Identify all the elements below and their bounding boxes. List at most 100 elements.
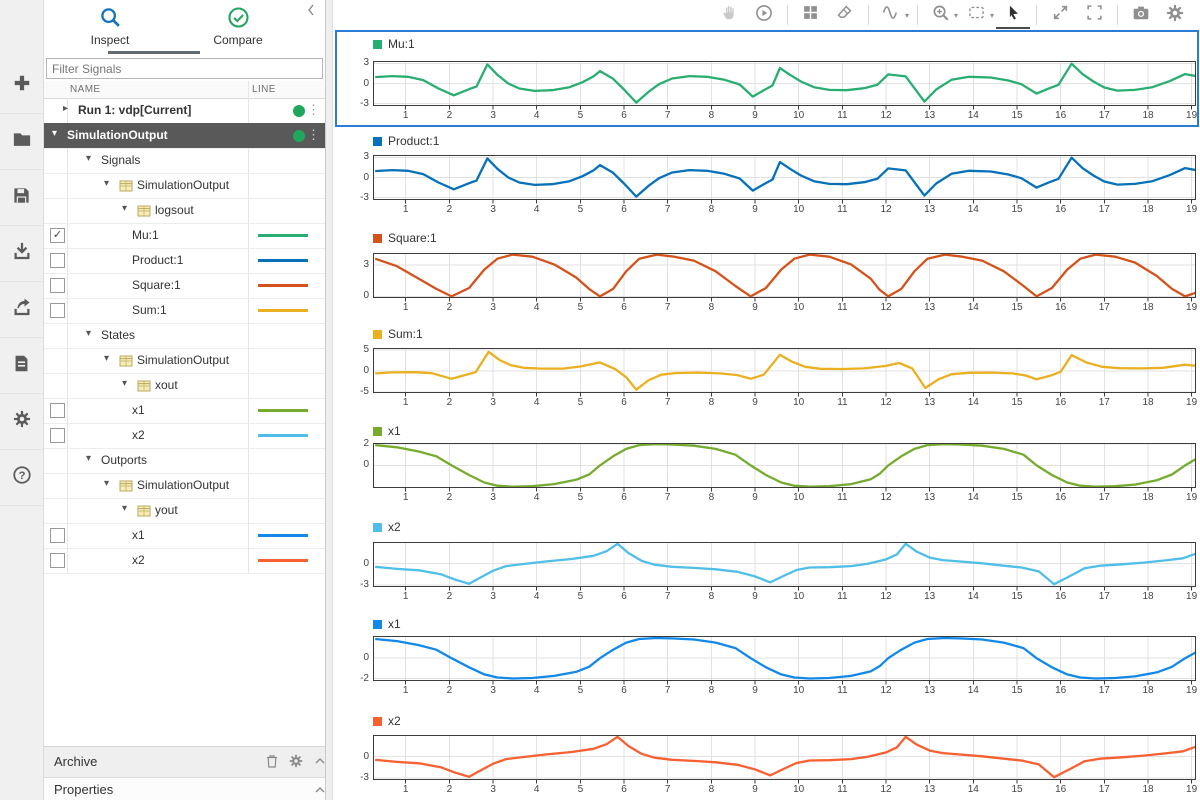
properties-collapse-icon[interactable] (314, 783, 326, 800)
tab-compare[interactable]: Compare (178, 4, 298, 52)
tree-row-x2[interactable]: x2 (44, 423, 325, 449)
signal-checkbox[interactable] (50, 278, 65, 293)
filter-signals-input[interactable] (46, 58, 323, 79)
chevron-down-icon[interactable]: ▾ (104, 178, 109, 189)
replay-button[interactable] (747, 2, 781, 28)
archive-collapse-icon[interactable] (314, 754, 326, 772)
tree-row-product-1[interactable]: Product:1 (44, 248, 325, 274)
tree-row-sum-1[interactable]: Sum:1 (44, 298, 325, 324)
signal-line-swatch[interactable] (258, 434, 308, 437)
signal-checkbox[interactable]: ✓ (50, 228, 65, 243)
tree-row-square-1[interactable]: Square:1 (44, 273, 325, 299)
signal-line-swatch[interactable] (258, 309, 308, 312)
plot-strip-mu-1[interactable]: Mu:1 30-312345678910111213141516171819 (335, 30, 1199, 127)
signal-checkbox[interactable] (50, 528, 65, 543)
plot-strip-square-1[interactable]: Square:1 3012345678910111213141516171819 (335, 224, 1199, 320)
zoom-dropdown-caret[interactable]: ▾ (954, 11, 958, 20)
snapshot-button[interactable] (1124, 2, 1158, 28)
chevron-down-icon[interactable]: ▾ (104, 478, 109, 489)
plot-strip-sum-1[interactable]: Sum:1 50-512345678910111213141516171819 (335, 320, 1199, 417)
zoom-button[interactable] (924, 2, 958, 28)
chevron-down-icon[interactable]: ▾ (122, 378, 127, 389)
signal-checkbox[interactable] (50, 253, 65, 268)
add-button[interactable] (0, 58, 43, 114)
signal-line-swatch[interactable] (258, 534, 308, 537)
plot-strip-product-1[interactable]: Product:1 30-312345678910111213141516171… (335, 127, 1199, 224)
signal-line-swatch[interactable] (258, 284, 308, 287)
save-button[interactable] (0, 170, 43, 226)
signal-plot[interactable] (373, 61, 1196, 110)
chevron-down-icon[interactable]: ▾ (86, 328, 91, 339)
plot-strip-x2[interactable]: x2 0-312345678910111213141516171819 (335, 707, 1199, 800)
signal-checkbox[interactable] (50, 403, 65, 418)
tree-row-run-1-vdp-current-[interactable]: ▸Run 1: vdp[Current]⋮ (44, 98, 325, 124)
expand-button[interactable] (1043, 2, 1077, 28)
settings-button[interactable] (1158, 2, 1192, 28)
tree-row-x2[interactable]: x2 (44, 548, 325, 574)
chevron-down-icon[interactable]: ▾ (122, 203, 127, 214)
tree-row-yout[interactable]: ▾yout (44, 498, 325, 524)
chevron-down-icon[interactable]: ▾ (86, 153, 91, 164)
chevron-down-icon[interactable]: ▾ (52, 128, 57, 139)
plot-strip-x1[interactable]: x1 2012345678910111213141516171819 (335, 417, 1199, 513)
report-button[interactable] (0, 338, 43, 394)
tree-row-signals[interactable]: ▾Signals (44, 148, 325, 174)
signal-checkbox[interactable] (50, 428, 65, 443)
signal-plot[interactable] (373, 542, 1196, 591)
signal-options-dropdown-caret[interactable]: ▾ (905, 11, 909, 20)
cursor-button[interactable] (996, 3, 1030, 29)
signal-plot[interactable] (373, 636, 1196, 685)
signal-checkbox[interactable] (50, 553, 65, 568)
pan-button[interactable] (713, 2, 747, 28)
export-button[interactable] (0, 282, 43, 338)
properties-label: Properties (54, 782, 113, 797)
signal-plot[interactable] (373, 253, 1196, 302)
plot-strip-x2[interactable]: x2 0-312345678910111213141516171819 (335, 513, 1199, 610)
signal-line-swatch[interactable] (258, 559, 308, 562)
archive-gear-icon[interactable] (289, 754, 303, 773)
tree-row-xout[interactable]: ▾xout (44, 373, 325, 399)
simulation-data-inspector: ? Inspect Compare NAME LINE ▸Run 1: vdp[… (0, 0, 1200, 800)
tree-row-logsout[interactable]: ▾logsout (44, 198, 325, 224)
plot-strip-x1[interactable]: x1 0-212345678910111213141516171819 (335, 610, 1199, 707)
preferences-button[interactable] (0, 394, 43, 450)
tree-row-states[interactable]: ▾States (44, 323, 325, 349)
signal-plot[interactable] (373, 443, 1196, 492)
fullscreen-button[interactable] (1077, 2, 1111, 28)
help-button[interactable]: ? (0, 450, 43, 506)
tree-row-outports[interactable]: ▾Outports (44, 448, 325, 474)
tree-row-mu-1[interactable]: ✓Mu:1 (44, 223, 325, 249)
chevron-down-icon[interactable]: ▾ (104, 353, 109, 364)
row-menu-icon[interactable]: ⋮ (307, 127, 320, 143)
fit-to-view-dropdown-caret[interactable]: ▾ (990, 11, 994, 20)
layout-button[interactable] (794, 2, 828, 28)
tree-row-simulationoutput[interactable]: ▾SimulationOutput (44, 473, 325, 499)
signal-plot[interactable] (373, 735, 1196, 784)
properties-bar[interactable]: Properties (44, 777, 325, 800)
fit-to-view-button[interactable] (960, 2, 994, 28)
import-button[interactable] (0, 226, 43, 282)
panel-collapse-button[interactable] (305, 3, 317, 22)
tree-row-simulationoutput[interactable]: ▾SimulationOutput (44, 348, 325, 374)
chevron-right-icon[interactable]: ▸ (63, 103, 68, 114)
signal-checkbox[interactable] (50, 303, 65, 318)
chevron-down-icon[interactable]: ▾ (86, 453, 91, 464)
signal-line-swatch[interactable] (258, 259, 308, 262)
tree-row-x1[interactable]: x1 (44, 523, 325, 549)
signal-line-swatch[interactable] (258, 234, 308, 237)
row-menu-icon[interactable]: ⋮ (307, 102, 320, 118)
signal-line-swatch[interactable] (258, 409, 308, 412)
trash-icon[interactable] (265, 754, 279, 774)
signal-plot[interactable] (373, 348, 1196, 397)
signal-plot[interactable] (373, 155, 1196, 204)
tab-inspect[interactable]: Inspect (50, 4, 170, 52)
open-button[interactable] (0, 114, 43, 170)
signal-options-button[interactable] (875, 2, 909, 28)
clear-button[interactable] (828, 2, 862, 28)
y-tick-label: -3 (343, 98, 369, 109)
tree-row-x1[interactable]: x1 (44, 398, 325, 424)
tree-row-simulationoutput[interactable]: ▾SimulationOutput (44, 173, 325, 199)
tree-row-simulationoutput[interactable]: ▾SimulationOutput⋮ (44, 123, 325, 149)
chevron-down-icon[interactable]: ▾ (122, 503, 127, 514)
archive-bar[interactable]: Archive (44, 746, 325, 777)
